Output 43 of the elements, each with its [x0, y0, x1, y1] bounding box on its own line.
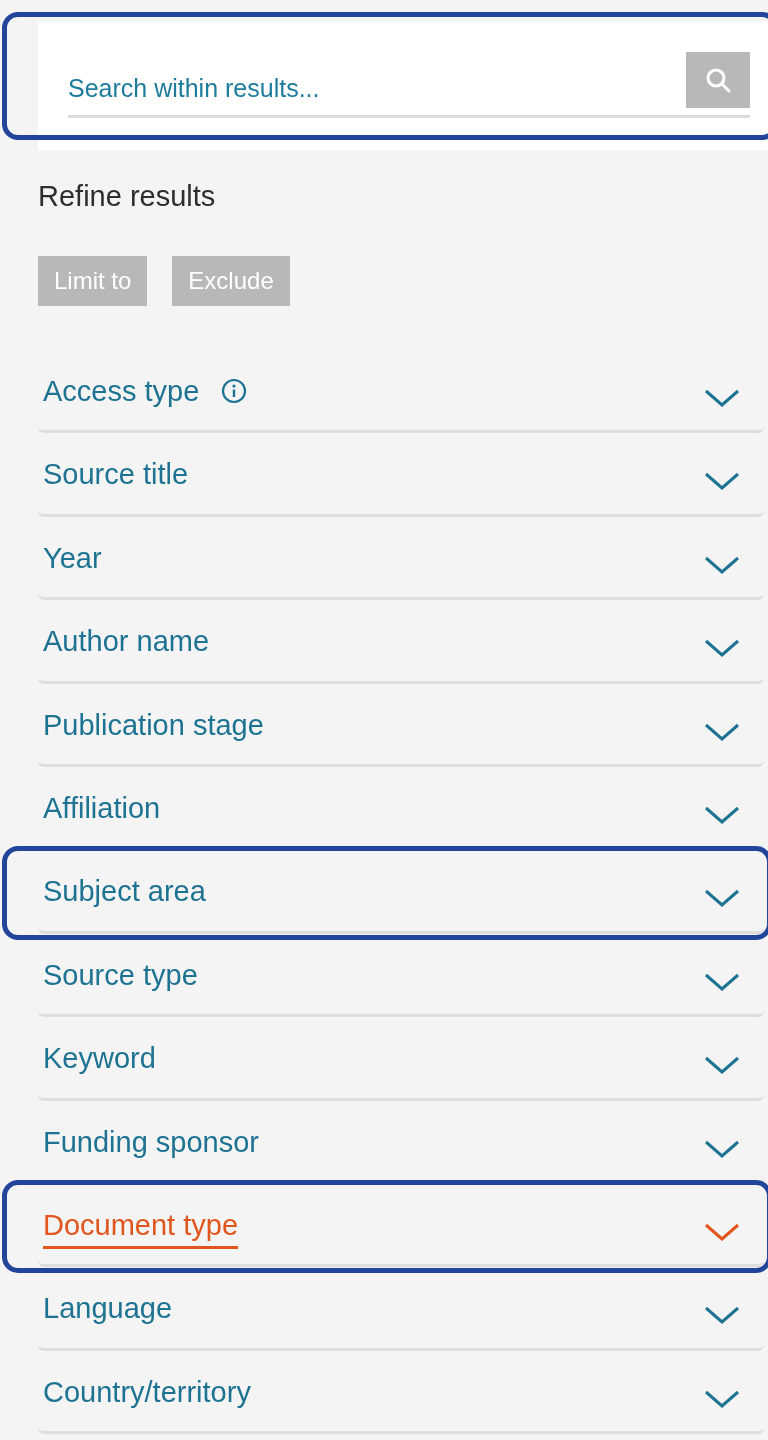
filter-label[interactable]: Document type [43, 1205, 239, 1249]
filter-label[interactable]: Year [43, 538, 102, 582]
filter-row[interactable]: Funding sponsor [38, 1100, 764, 1184]
filter-label[interactable]: Affiliation [43, 788, 161, 832]
filter-label[interactable]: Source type [43, 955, 198, 999]
chevron-down-icon[interactable] [704, 1221, 740, 1242]
filter-label[interactable]: Funding sponsor [43, 1122, 260, 1166]
search-bar[interactable]: Search within results... [38, 22, 768, 150]
filter-row[interactable]: Publication stage [38, 683, 764, 767]
filter-label[interactable]: Keyword [43, 1039, 156, 1083]
filter-label[interactable]: Country/territory [43, 1372, 251, 1416]
filter-label[interactable]: Access type [43, 372, 200, 415]
chevron-down-icon[interactable] [704, 888, 740, 909]
refine-heading: Refine results [38, 180, 217, 214]
filter-label[interactable]: Publication stage [43, 705, 264, 749]
filter-row[interactable]: Subject area [38, 850, 764, 934]
filter-row[interactable]: Keyword [38, 1017, 764, 1101]
chevron-down-icon[interactable] [704, 1305, 740, 1326]
chevron-down-icon[interactable] [704, 971, 740, 992]
chevron-down-icon[interactable] [704, 1055, 740, 1076]
filter-row[interactable]: Document type [38, 1183, 764, 1268]
filter-label[interactable]: Subject area [43, 872, 206, 916]
filter-label[interactable]: Author name [43, 622, 210, 666]
filter-row[interactable]: Source title [38, 433, 764, 517]
chevron-down-icon[interactable] [704, 638, 740, 659]
filter-row[interactable]: Author name [38, 600, 764, 684]
chevron-down-icon[interactable] [704, 471, 740, 492]
filter-row[interactable]: Affiliation [38, 766, 764, 851]
chevron-down-icon[interactable] [704, 388, 740, 408]
chevron-down-icon[interactable] [704, 721, 740, 742]
chevron-down-icon[interactable] [704, 554, 740, 575]
filter-row[interactable]: Source type [38, 933, 764, 1018]
filter-label[interactable]: Language [43, 1289, 173, 1333]
chevron-down-icon[interactable] [704, 1388, 740, 1409]
filter-row[interactable]: Access type [38, 350, 764, 434]
search-icon [704, 66, 732, 94]
info-icon[interactable] [221, 378, 248, 404]
filter-row[interactable]: Year [38, 516, 764, 601]
chevron-down-icon[interactable] [704, 1138, 740, 1159]
filter-row[interactable]: Language [38, 1267, 764, 1351]
filter-row[interactable]: Country/territory [38, 1350, 764, 1435]
chevron-down-icon[interactable] [704, 804, 740, 825]
filter-label[interactable]: Source title [43, 455, 189, 499]
